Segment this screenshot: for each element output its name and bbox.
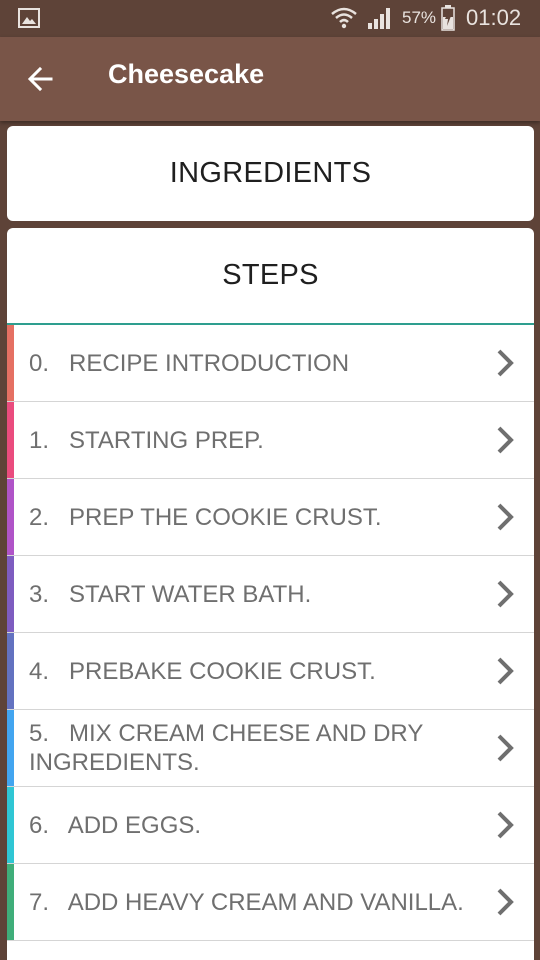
step-label: 1. STARTING PREP. [29, 426, 474, 455]
app-bar: Cheesecake [0, 37, 540, 121]
step-title: PREP THE COOKIE CRUST. [69, 503, 382, 531]
step-number-spacer [49, 581, 69, 608]
step-row-5[interactable]: 5. MIX CREAM CHEESE AND DRY INGREDIENTS. [7, 710, 534, 787]
step-number-spacer [49, 812, 68, 839]
step-color-bar [7, 556, 14, 632]
step-number: 3. [29, 580, 50, 608]
arrow-back-icon [27, 66, 53, 92]
chevron-right-icon [497, 580, 514, 608]
step-number: 7. [29, 888, 50, 916]
step-color-bar [7, 787, 14, 863]
step-color-bar [7, 325, 14, 401]
step-row-0[interactable]: 0. RECIPE INTRODUCTION [7, 325, 534, 402]
step-row-6[interactable]: 6. ADD EGGS. [7, 787, 534, 864]
step-number-spacer [49, 720, 69, 747]
step-color-bar [7, 402, 14, 478]
step-number-spacer [49, 427, 69, 454]
step-row-4[interactable]: 4. PREBAKE COOKIE CRUST. [7, 633, 534, 710]
image-notification-icon [18, 8, 40, 28]
step-label: 3. START WATER BATH. [29, 580, 474, 609]
step-label: 6. ADD EGGS. [29, 811, 474, 840]
step-color-bar [7, 633, 14, 709]
step-number: 6. [29, 811, 50, 839]
ingredients-button[interactable]: INGREDIENTS [7, 126, 534, 221]
step-color-bar [7, 479, 14, 555]
step-label: 7. ADD HEAVY CREAM AND VANILLA. [29, 888, 474, 917]
chevron-right-icon [497, 734, 514, 762]
step-number: 5. [29, 720, 50, 747]
wifi-icon [331, 7, 357, 29]
step-number: 0. [29, 349, 50, 377]
step-label: 2. PREP THE COOKIE CRUST. [29, 503, 474, 532]
battery-percent: 57% [402, 8, 437, 27]
chevron-right-icon [497, 811, 514, 839]
step-label: 4. PREBAKE COOKIE CRUST. [29, 657, 474, 686]
steps-list: 0. RECIPE INTRODUCTION 1. STARTING PREP. 2… [7, 325, 534, 941]
step-label: 0. RECIPE INTRODUCTION [29, 349, 474, 378]
step-row-1[interactable]: 1. STARTING PREP. [7, 402, 534, 479]
chevron-right-icon [497, 426, 514, 454]
status-bar: 57% 01:02 [0, 0, 540, 37]
step-title: STARTING PREP. [69, 426, 264, 454]
step-number-spacer [49, 889, 68, 916]
step-number: 2. [29, 503, 50, 531]
signal-icon [368, 8, 390, 29]
step-row-2[interactable]: 2. PREP THE COOKIE CRUST. [7, 479, 534, 556]
chevron-right-icon [497, 503, 514, 531]
step-title: START WATER BATH. [69, 580, 312, 608]
step-label: 5. MIX CREAM CHEESE AND DRY INGREDIENTS. [29, 719, 474, 777]
step-color-bar [7, 864, 14, 940]
step-row-3[interactable]: 3. START WATER BATH. [7, 556, 534, 633]
page-title: Cheesecake [108, 59, 265, 89]
step-title: RECIPE INTRODUCTION [69, 349, 350, 377]
step-number-spacer [49, 504, 69, 531]
step-row-7[interactable]: 7. ADD HEAVY CREAM AND VANILLA. [7, 864, 534, 941]
battery-charging-icon [441, 5, 455, 31]
step-title: ADD EGGS. [67, 811, 202, 839]
step-number-spacer [49, 658, 69, 685]
chevron-right-icon [497, 349, 514, 377]
chevron-right-icon [497, 888, 514, 916]
back-button[interactable] [18, 57, 62, 101]
step-number: 4. [29, 657, 50, 685]
step-title: PREBAKE COOKIE CRUST. [69, 657, 376, 685]
status-clock: 01:02 [466, 5, 522, 30]
chevron-right-icon [497, 657, 514, 685]
step-color-bar [7, 710, 14, 786]
steps-label: STEPS [222, 259, 319, 291]
step-number-spacer [49, 350, 69, 377]
steps-header: STEPS [7, 228, 534, 325]
ingredients-label: INGREDIENTS [169, 157, 372, 189]
step-title: MIX CREAM CHEESE AND DRY INGREDIENTS. [29, 720, 430, 776]
steps-card: STEPS 0. RECIPE INTRODUCTION 1. STARTING … [7, 228, 534, 960]
step-number: 1. [29, 426, 50, 454]
step-title: ADD HEAVY CREAM AND VANILLA. [67, 888, 464, 916]
